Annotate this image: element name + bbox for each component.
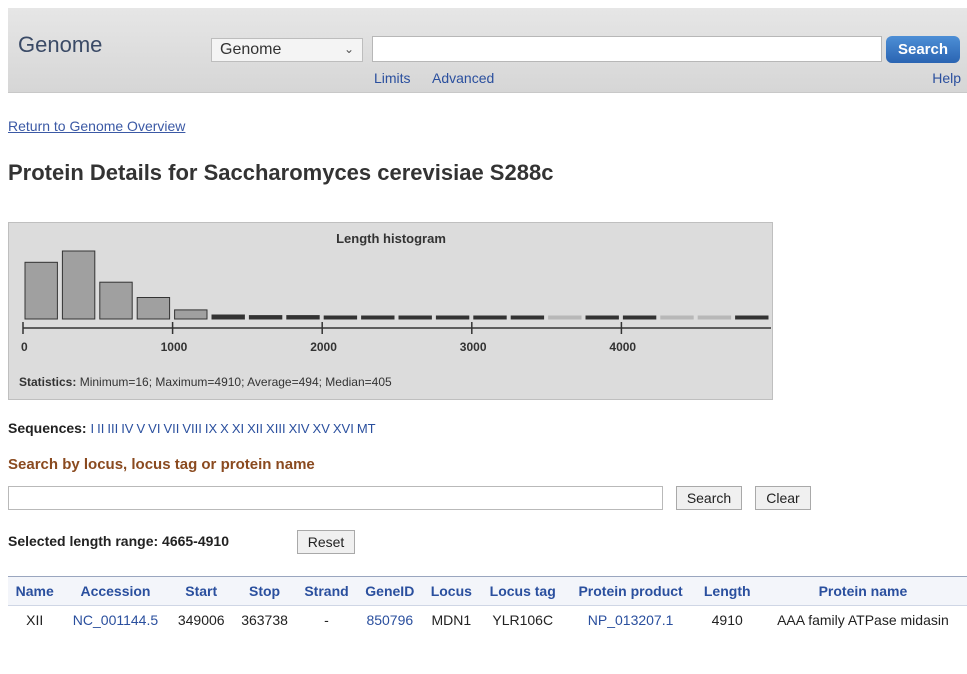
column-header[interactable]: Accession — [61, 576, 170, 606]
sequence-link-xi[interactable]: XI — [232, 421, 244, 436]
x-tick-label: 3000 — [460, 340, 487, 354]
sequence-link-ix[interactable]: IX — [205, 421, 217, 436]
x-tick-label: 2000 — [310, 340, 337, 354]
column-header[interactable]: GeneID — [356, 576, 423, 606]
sequence-link-viii[interactable]: VIII — [182, 421, 202, 436]
sequences-label: Sequences: — [8, 420, 87, 436]
histogram-bar[interactable] — [361, 315, 395, 320]
sequence-link-xiii[interactable]: XIII — [266, 421, 286, 436]
advanced-link[interactable]: Advanced — [432, 70, 494, 86]
table-cell[interactable]: NC_001144.5 — [61, 606, 169, 635]
sequence-link-mt[interactable]: MT — [357, 421, 376, 436]
page-title: Protein Details for Saccharomyces cerevi… — [8, 160, 554, 185]
locus-search-input[interactable] — [8, 486, 663, 510]
table-cell: 4910 — [711, 612, 743, 628]
sequence-link-iii[interactable]: III — [107, 421, 118, 436]
histogram-bar[interactable] — [697, 315, 732, 320]
column-header[interactable]: Strand — [296, 576, 357, 606]
histogram-bar[interactable] — [548, 315, 582, 320]
sequence-link-v[interactable]: V — [136, 421, 145, 436]
column-header[interactable]: Protein name — [758, 576, 967, 606]
clear-button[interactable]: Clear — [755, 486, 811, 510]
locus-search-button[interactable]: Search — [676, 486, 742, 510]
help-link[interactable]: Help — [932, 70, 961, 86]
histogram-bar[interactable] — [622, 315, 657, 320]
database-title: Genome — [18, 32, 103, 57]
histogram-statistics: Statistics: Minimum=16; Maximum=4910; Av… — [19, 375, 392, 389]
sequence-link-xii[interactable]: XII — [247, 421, 263, 436]
histogram-bar[interactable] — [61, 250, 96, 320]
histogram-bar[interactable] — [398, 315, 432, 320]
histogram-bar[interactable] — [286, 315, 320, 320]
histogram-bar[interactable] — [248, 315, 283, 320]
table-cell: MDN1 — [431, 612, 472, 628]
table-cell: YLR106C — [492, 612, 554, 628]
sequence-link-ii[interactable]: II — [97, 421, 104, 436]
histogram-bar[interactable] — [211, 314, 245, 320]
sequence-link-i[interactable]: I — [90, 421, 94, 436]
table-cell: XII — [26, 612, 44, 628]
x-tick-label: 4000 — [609, 340, 636, 354]
column-header[interactable]: Start — [169, 576, 233, 606]
search-header: Genome Genome ⌄ Search Limits Advanced H… — [8, 8, 967, 93]
sequence-link-xiv[interactable]: XIV — [289, 421, 310, 436]
sequence-link-vi[interactable]: VI — [148, 421, 160, 436]
table-cell: AAA family ATPase midasin — [777, 612, 949, 628]
protein-table: Name Accession Start Stop Strand GeneID Locus L… — [8, 576, 967, 634]
database-select[interactable]: Genome ⌄ — [211, 38, 363, 62]
column-header[interactable]: Protein product — [565, 576, 696, 606]
search-button[interactable]: Search — [886, 36, 960, 63]
histogram-bar[interactable] — [136, 297, 171, 320]
x-tick-label: 0 — [21, 340, 28, 354]
sequences-nav: Sequences: I II III IV V VI VII VIII IX X XI XII XII… — [8, 420, 379, 436]
histogram-bar[interactable] — [174, 309, 208, 320]
table-cell: 363738 — [241, 612, 288, 628]
x-tick-label: 1000 — [161, 340, 188, 354]
search-input[interactable] — [372, 36, 882, 62]
column-header[interactable]: Locus — [422, 576, 480, 606]
table-row: XII NC_001144.5 349006 363738 - 850796 MDN1 YLR… — [8, 606, 967, 635]
histogram-bar[interactable] — [99, 281, 133, 320]
return-link[interactable]: Return to Genome Overview — [8, 118, 185, 134]
histogram-bar[interactable] — [24, 261, 58, 320]
histogram-bar[interactable] — [323, 315, 358, 320]
histogram-bar[interactable] — [735, 315, 769, 320]
locus-search-title: Search by locus, locus tag or protein na… — [8, 456, 315, 473]
selected-length-range: Selected length range: 4665-4910 — [8, 533, 229, 549]
statistics-label: Statistics: — [19, 375, 77, 389]
histogram-bar[interactable] — [585, 315, 619, 320]
reset-button[interactable]: Reset — [297, 530, 355, 554]
sequence-link-vii[interactable]: VII — [163, 421, 179, 436]
table-cell: 349006 — [177, 612, 225, 628]
column-header[interactable]: Locus tag — [479, 576, 566, 606]
database-select-value: Genome — [220, 41, 282, 58]
table-header-row: Name Accession Start Stop Strand GeneID Locus L… — [8, 576, 967, 606]
column-header[interactable]: Stop — [232, 576, 297, 606]
table-cell[interactable]: 850796 — [357, 606, 423, 635]
sequence-link-iv[interactable]: IV — [121, 421, 133, 436]
table-cell: - — [324, 612, 329, 628]
column-header[interactable]: Name — [8, 576, 62, 606]
chevron-down-icon: ⌄ — [343, 42, 354, 56]
length-histogram[interactable]: Length histogram 0 1000 2000 3000 4000 Stati… — [8, 222, 773, 400]
limits-link[interactable]: Limits — [374, 70, 411, 86]
histogram-bar[interactable] — [660, 315, 694, 320]
sequence-link-xv[interactable]: XV — [313, 421, 330, 436]
histogram-bar[interactable] — [473, 315, 507, 320]
sequence-link-xvi[interactable]: XVI — [333, 421, 354, 436]
histogram-title: Length histogram — [336, 231, 446, 246]
column-header[interactable]: Length — [695, 576, 759, 606]
sequence-link-x[interactable]: X — [220, 421, 229, 436]
histogram-bar[interactable] — [435, 315, 470, 320]
histogram-bar[interactable] — [510, 315, 545, 320]
histogram-chart[interactable]: Length histogram 0 1000 2000 3000 4000 — [9, 223, 774, 373]
statistics-values: Minimum=16; Maximum=4910; Average=494; M… — [79, 375, 392, 389]
table-cell[interactable]: NP_013207.1 — [566, 606, 696, 635]
